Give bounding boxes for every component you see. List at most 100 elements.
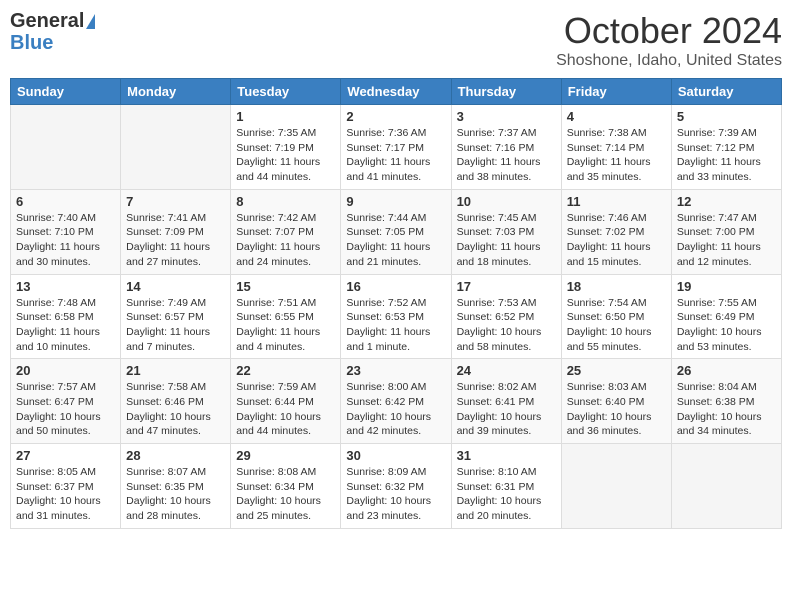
day-number: 21 [126,363,225,378]
header-wednesday: Wednesday [341,79,451,105]
day-info: Sunrise: 7:55 AMSunset: 6:49 PMDaylight:… [677,296,776,355]
header-row: SundayMondayTuesdayWednesdayThursdayFrid… [11,79,782,105]
calendar-cell: 9 Sunrise: 7:44 AMSunset: 7:05 PMDaylight… [341,189,451,274]
day-info: Sunrise: 7:45 AMSunset: 7:03 PMDaylight:… [457,211,556,270]
day-number: 13 [16,279,115,294]
logo-blue-text: Blue [10,33,53,53]
calendar-table: SundayMondayTuesdayWednesdayThursdayFrid… [10,78,782,529]
week-row-4: 20 Sunrise: 7:57 AMSunset: 6:47 PMDayligh… [11,359,782,444]
calendar-cell: 8 Sunrise: 7:42 AMSunset: 7:07 PMDaylight… [231,189,341,274]
header-saturday: Saturday [671,79,781,105]
day-info: Sunrise: 7:37 AMSunset: 7:16 PMDaylight:… [457,126,556,185]
calendar-cell: 3 Sunrise: 7:37 AMSunset: 7:16 PMDaylight… [451,105,561,190]
calendar-cell [121,105,231,190]
calendar-cell: 14 Sunrise: 7:49 AMSunset: 6:57 PMDayligh… [121,274,231,359]
calendar-cell [561,444,671,529]
calendar-cell: 24 Sunrise: 8:02 AMSunset: 6:41 PMDayligh… [451,359,561,444]
calendar-cell: 19 Sunrise: 7:55 AMSunset: 6:49 PMDayligh… [671,274,781,359]
logo: General Blue [10,10,95,53]
day-info: Sunrise: 7:49 AMSunset: 6:57 PMDaylight:… [126,296,225,355]
day-info: Sunrise: 7:52 AMSunset: 6:53 PMDaylight:… [346,296,445,355]
day-info: Sunrise: 7:35 AMSunset: 7:19 PMDaylight:… [236,126,335,185]
calendar-cell: 17 Sunrise: 7:53 AMSunset: 6:52 PMDayligh… [451,274,561,359]
week-row-5: 27Sunrise: 8:05 AMSunset: 6:37 PMDayligh… [11,444,782,529]
day-number: 26 [677,363,776,378]
calendar-cell: 1 Sunrise: 7:35 AMSunset: 7:19 PMDaylight… [231,105,341,190]
calendar-body: 1 Sunrise: 7:35 AMSunset: 7:19 PMDaylight… [11,105,782,529]
day-info: Sunrise: 7:48 AMSunset: 6:58 PMDaylight:… [16,296,115,355]
calendar-cell: 12Sunrise: 7:47 AMSunset: 7:00 PMDayligh… [671,189,781,274]
day-info: Sunrise: 7:36 AMSunset: 7:17 PMDaylight:… [346,126,445,185]
day-info: Sunrise: 7:47 AMSunset: 7:00 PMDaylight:… [677,211,776,270]
day-number: 8 [236,194,335,209]
calendar-cell: 31Sunrise: 8:10 AMSunset: 6:31 PMDayligh… [451,444,561,529]
calendar-cell: 16 Sunrise: 7:52 AMSunset: 6:53 PMDayligh… [341,274,451,359]
day-number: 19 [677,279,776,294]
day-info: Sunrise: 7:38 AMSunset: 7:14 PMDaylight:… [567,126,666,185]
calendar-cell: 26 Sunrise: 8:04 AMSunset: 6:38 PMDayligh… [671,359,781,444]
week-row-3: 13 Sunrise: 7:48 AMSunset: 6:58 PMDayligh… [11,274,782,359]
calendar-cell: 23Sunrise: 8:00 AMSunset: 6:42 PMDayligh… [341,359,451,444]
header-monday: Monday [121,79,231,105]
day-number: 7 [126,194,225,209]
logo-general-text: General [10,10,84,33]
day-info: Sunrise: 7:42 AMSunset: 7:07 PMDaylight:… [236,211,335,270]
day-info: Sunrise: 7:53 AMSunset: 6:52 PMDaylight:… [457,296,556,355]
calendar-cell: 13 Sunrise: 7:48 AMSunset: 6:58 PMDayligh… [11,274,121,359]
day-info: Sunrise: 7:41 AMSunset: 7:09 PMDaylight:… [126,211,225,270]
day-info: Sunrise: 8:05 AMSunset: 6:37 PMDaylight:… [16,465,115,524]
day-number: 20 [16,363,115,378]
day-number: 11 [567,194,666,209]
title-section: October 2024 Shoshone, Idaho, United Sta… [556,10,782,70]
week-row-2: 6Sunrise: 7:40 AMSunset: 7:10 PMDaylight… [11,189,782,274]
calendar-cell: 5 Sunrise: 7:39 AMSunset: 7:12 PMDaylight… [671,105,781,190]
day-info: Sunrise: 8:08 AMSunset: 6:34 PMDaylight:… [236,465,335,524]
day-number: 15 [236,279,335,294]
day-number: 23 [346,363,445,378]
day-number: 28 [126,448,225,463]
day-number: 14 [126,279,225,294]
calendar-cell: 29Sunrise: 8:08 AMSunset: 6:34 PMDayligh… [231,444,341,529]
day-number: 18 [567,279,666,294]
calendar-cell: 28Sunrise: 8:07 AMSunset: 6:35 PMDayligh… [121,444,231,529]
header-thursday: Thursday [451,79,561,105]
week-row-1: 1 Sunrise: 7:35 AMSunset: 7:19 PMDaylight… [11,105,782,190]
calendar-header: SundayMondayTuesdayWednesdayThursdayFrid… [11,79,782,105]
day-info: Sunrise: 7:51 AMSunset: 6:55 PMDaylight:… [236,296,335,355]
day-number: 3 [457,109,556,124]
calendar-cell: 18 Sunrise: 7:54 AMSunset: 6:50 PMDayligh… [561,274,671,359]
calendar-cell: 20 Sunrise: 7:57 AMSunset: 6:47 PMDayligh… [11,359,121,444]
logo-triangle-icon [86,14,95,29]
day-info: Sunrise: 7:54 AMSunset: 6:50 PMDaylight:… [567,296,666,355]
header-sunday: Sunday [11,79,121,105]
day-info: Sunrise: 8:09 AMSunset: 6:32 PMDaylight:… [346,465,445,524]
header-friday: Friday [561,79,671,105]
day-number: 9 [346,194,445,209]
day-number: 10 [457,194,556,209]
calendar-cell: 15 Sunrise: 7:51 AMSunset: 6:55 PMDayligh… [231,274,341,359]
day-number: 17 [457,279,556,294]
day-info: Sunrise: 8:04 AMSunset: 6:38 PMDaylight:… [677,380,776,439]
day-number: 24 [457,363,556,378]
day-info: Sunrise: 7:44 AMSunset: 7:05 PMDaylight:… [346,211,445,270]
calendar-cell: 4Sunrise: 7:38 AMSunset: 7:14 PMDaylight… [561,105,671,190]
calendar-cell: 30Sunrise: 8:09 AMSunset: 6:32 PMDayligh… [341,444,451,529]
day-info: Sunrise: 8:02 AMSunset: 6:41 PMDaylight:… [457,380,556,439]
day-number: 16 [346,279,445,294]
calendar-cell: 22Sunrise: 7:59 AMSunset: 6:44 PMDayligh… [231,359,341,444]
day-info: Sunrise: 7:57 AMSunset: 6:47 PMDaylight:… [16,380,115,439]
day-info: Sunrise: 7:39 AMSunset: 7:12 PMDaylight:… [677,126,776,185]
day-info: Sunrise: 7:40 AMSunset: 7:10 PMDaylight:… [16,211,115,270]
day-info: Sunrise: 7:59 AMSunset: 6:44 PMDaylight:… [236,380,335,439]
location-text: Shoshone, Idaho, United States [556,52,782,70]
page-header: General Blue October 2024 Shoshone, Idah… [10,10,782,70]
day-number: 1 [236,109,335,124]
calendar-cell: 27Sunrise: 8:05 AMSunset: 6:37 PMDayligh… [11,444,121,529]
day-number: 5 [677,109,776,124]
calendar-cell: 6Sunrise: 7:40 AMSunset: 7:10 PMDaylight… [11,189,121,274]
calendar-cell: 21 Sunrise: 7:58 AMSunset: 6:46 PMDayligh… [121,359,231,444]
calendar-cell: 2Sunrise: 7:36 AMSunset: 7:17 PMDaylight… [341,105,451,190]
month-title: October 2024 [556,10,782,52]
day-info: Sunrise: 8:03 AMSunset: 6:40 PMDaylight:… [567,380,666,439]
day-info: Sunrise: 7:58 AMSunset: 6:46 PMDaylight:… [126,380,225,439]
